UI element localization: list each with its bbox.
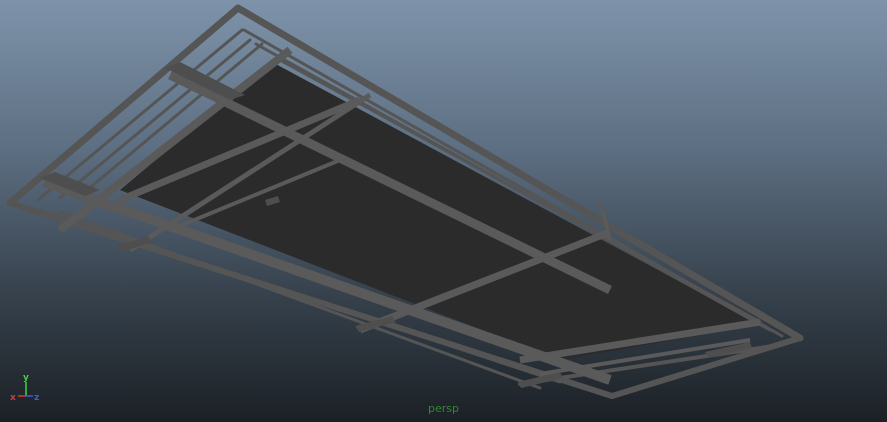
- ceiling-frame-model[interactable]: [0, 0, 887, 422]
- axis-y-label: y: [23, 373, 29, 383]
- axis-z-label: z: [34, 393, 39, 403]
- axis-x-label: x: [10, 393, 16, 403]
- maya-perspective-viewport[interactable]: persp y x z: [0, 0, 887, 422]
- camera-name-label: persp: [428, 402, 459, 415]
- axis-gizmo-icon: y x z: [10, 373, 39, 403]
